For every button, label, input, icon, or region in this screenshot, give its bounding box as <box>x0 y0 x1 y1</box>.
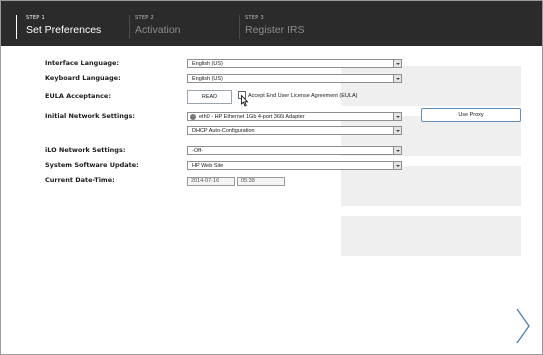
mouse-pointer-icon <box>241 95 249 107</box>
interface-language-select[interactable]: English (US) <box>187 59 402 68</box>
use-proxy-button[interactable]: Use Proxy <box>421 108 521 122</box>
app-window: STEP 1 Set Preferences STEP 2 Activation… <box>0 0 543 355</box>
keyboard-language-label: Keyboard Language: <box>45 74 121 82</box>
keyboard-language-select[interactable]: English (US) <box>187 74 402 83</box>
network-globe-icon <box>190 113 196 120</box>
interface-language-label: Interface Language: <box>45 59 119 67</box>
select-value: DHCP Auto-Configuration <box>192 128 255 134</box>
step-name: Set Preferences <box>26 24 102 36</box>
eula-label: EULA Acceptance: <box>45 92 111 100</box>
chevron-down-icon <box>393 162 401 169</box>
chevron-down-icon <box>393 147 401 154</box>
software-update-label: System Software Update: <box>45 161 139 169</box>
step-number: STEP 1 <box>26 15 45 21</box>
chevron-down-icon <box>393 60 401 67</box>
chevron-down-icon <box>393 75 401 82</box>
date-field[interactable]: 2014-07-16 <box>187 177 235 186</box>
chevron-right-icon[interactable] <box>514 307 532 345</box>
eula-checkbox-label: Accept End User License Agreement (EULA) <box>248 93 358 99</box>
wizard-header: STEP 1 Set Preferences STEP 2 Activation… <box>1 1 542 46</box>
datetime-label: Current Date-Time: <box>45 176 115 184</box>
software-update-select[interactable]: HP Web Site <box>187 161 402 170</box>
step-2[interactable]: STEP 2 Activation <box>135 15 181 37</box>
select-value: -Off- <box>192 148 203 154</box>
select-value: HP Web Site <box>192 163 224 169</box>
ilo-settings-select[interactable]: -Off- <box>187 146 402 155</box>
network-settings-label: Initial Network Settings: <box>45 112 135 120</box>
step-3[interactable]: STEP 3 Register IRS <box>245 15 305 37</box>
select-value: eth0 - HP Ethernet 1Gb 4-port 366i Adapt… <box>199 114 305 120</box>
select-value: English (US) <box>192 76 223 82</box>
read-eula-button[interactable]: READ <box>187 90 232 104</box>
ilo-settings-label: iLO Network Settings: <box>45 146 126 154</box>
step-1[interactable]: STEP 1 Set Preferences <box>26 15 101 37</box>
step-divider <box>239 15 240 39</box>
active-step-indicator <box>16 15 17 39</box>
step-divider <box>129 15 130 39</box>
server-watermark <box>341 66 521 256</box>
select-value: English (US) <box>192 61 223 67</box>
chevron-down-icon <box>393 113 401 120</box>
step-name: Register IRS <box>245 24 305 36</box>
time-field[interactable]: 05:38 <box>237 177 285 186</box>
network-adapter-select[interactable]: eth0 - HP Ethernet 1Gb 4-port 366i Adapt… <box>187 112 402 121</box>
network-mode-select[interactable]: DHCP Auto-Configuration <box>187 126 402 135</box>
chevron-down-icon <box>393 127 401 134</box>
step-name: Activation <box>135 24 181 36</box>
step-number: STEP 3 <box>245 15 264 21</box>
step-number: STEP 2 <box>135 15 154 21</box>
